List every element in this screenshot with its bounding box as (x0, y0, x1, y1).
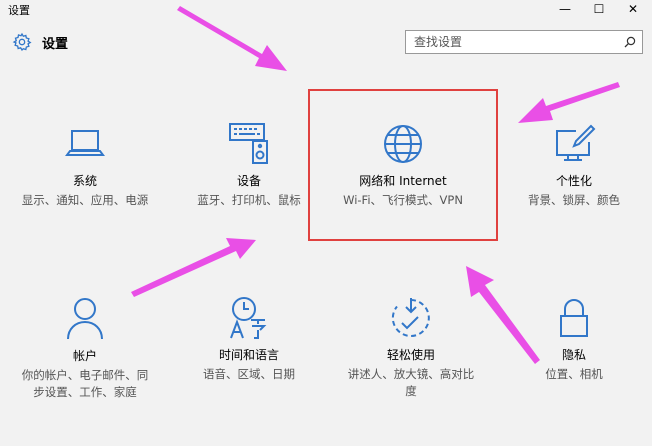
arrow-bottom (466, 266, 540, 364)
arrow-right (518, 82, 620, 123)
arrow-top (177, 6, 287, 71)
annotation-arrows (131, 6, 620, 364)
arrow-left (131, 238, 256, 297)
